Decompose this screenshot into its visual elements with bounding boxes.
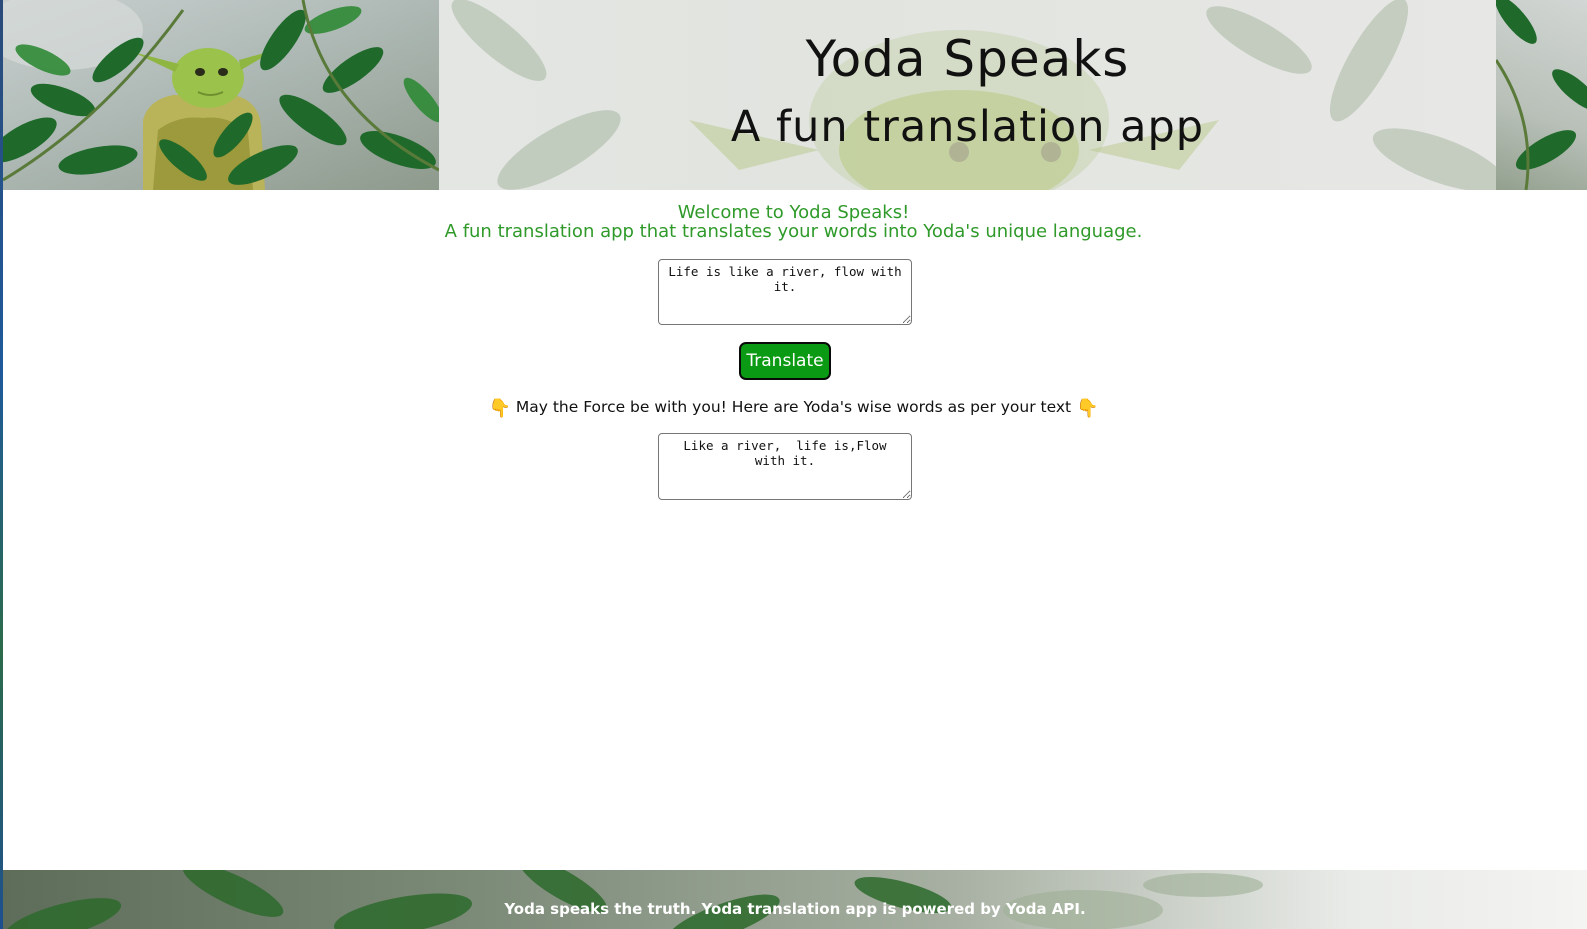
- translate-button[interactable]: Translate: [739, 342, 831, 380]
- yoda-plant-image: [3, 0, 439, 190]
- page-title: Yoda Speaks: [805, 30, 1130, 88]
- input-textarea[interactable]: Life is like a river, flow with it.: [658, 259, 912, 325]
- footer: Yoda speaks the truth. Yoda translation …: [3, 870, 1587, 929]
- backhand-index-pointing-down-icon: 👇: [1076, 398, 1099, 419]
- intro-text: Welcome to Yoda Speaks! A fun translatio…: [0, 203, 1587, 241]
- backhand-index-pointing-down-icon: 👇: [488, 398, 511, 419]
- output-textarea[interactable]: Like a river, life is,Flow with it.: [658, 433, 912, 500]
- output-message: 👇 May the Force be with you! Here are Yod…: [0, 398, 1587, 419]
- header-banner: Yoda Speaks A fun translation app: [3, 0, 1587, 190]
- output-message-text: May the Force be with you! Here are Yoda…: [515, 398, 1072, 416]
- welcome-heading: Welcome to Yoda Speaks!: [677, 202, 910, 223]
- page-subtitle: A fun translation app: [730, 102, 1205, 152]
- yoda-photo: [3, 0, 439, 190]
- footer-text: Yoda speaks the truth. Yoda translation …: [504, 900, 1086, 918]
- app-description: A fun translation app that translates yo…: [444, 221, 1143, 242]
- plant-photo-right: [1496, 0, 1587, 190]
- header-text: Yoda Speaks A fun translation app: [439, 0, 1496, 190]
